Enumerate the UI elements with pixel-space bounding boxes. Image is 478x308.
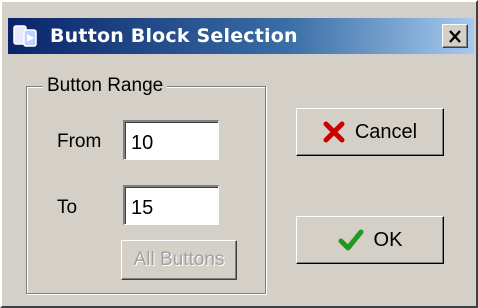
dialog-window: Button Block Selection Button Range From… — [0, 0, 478, 308]
app-icon — [13, 25, 37, 47]
cancel-button[interactable]: Cancel — [296, 108, 444, 156]
window-title: Button Block Selection — [50, 25, 298, 47]
group-label: Button Range — [43, 75, 168, 97]
close-icon — [449, 29, 461, 43]
button-range-group: Button Range From To All Buttons — [26, 75, 266, 294]
x-icon — [323, 121, 345, 143]
cancel-label: Cancel — [354, 120, 418, 143]
from-input[interactable] — [123, 120, 219, 160]
to-input[interactable] — [123, 185, 219, 225]
ok-button[interactable]: OK — [296, 216, 444, 264]
all-buttons-button[interactable]: All Buttons — [121, 240, 237, 280]
to-label: To — [57, 197, 78, 218]
checkmark-icon — [338, 229, 364, 251]
from-label: From — [57, 131, 102, 152]
ok-label: OK — [373, 228, 403, 251]
close-button[interactable] — [442, 24, 468, 48]
title-bar[interactable]: Button Block Selection — [8, 18, 474, 54]
